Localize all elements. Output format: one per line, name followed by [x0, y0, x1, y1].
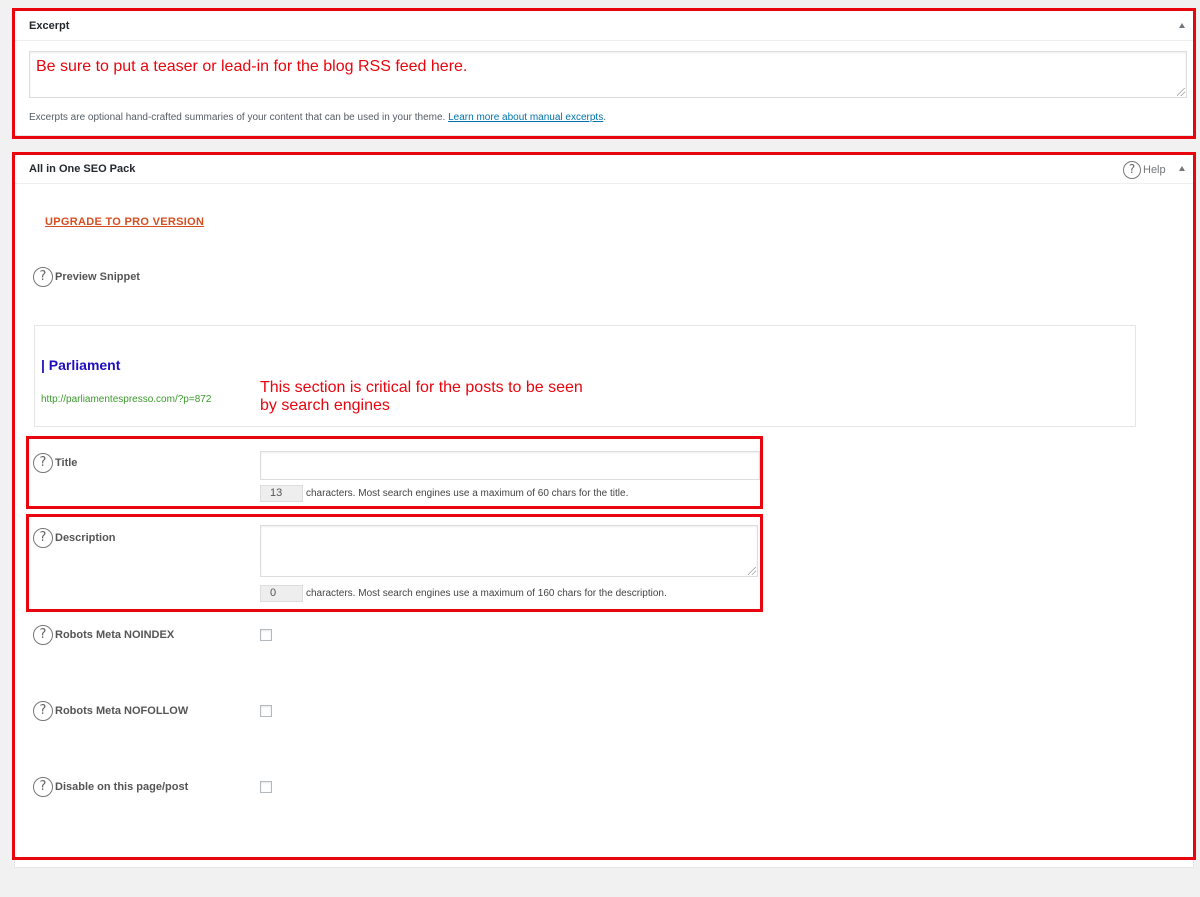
resize-grip-icon[interactable]	[748, 567, 756, 575]
disable-row: ? Disable on this page/post	[33, 777, 188, 797]
nofollow-label: Robots Meta NOFOLLOW	[55, 705, 189, 717]
title-label: Title	[55, 457, 78, 469]
nofollow-checkbox[interactable]	[260, 705, 272, 717]
seo-title-input[interactable]	[260, 451, 760, 480]
noindex-row: ? Robots Meta NOINDEX	[33, 625, 174, 645]
preview-snippet-label: Preview Snippet	[55, 271, 140, 283]
question-circle-icon: ?	[1123, 161, 1141, 179]
description-row: ? Description	[33, 528, 116, 548]
annotation-note: This section is critical for the posts t…	[260, 379, 583, 414]
help-label: Help	[1143, 164, 1166, 176]
question-circle-icon[interactable]: ?	[33, 777, 53, 797]
disable-checkbox[interactable]	[260, 781, 272, 793]
question-circle-icon[interactable]: ?	[33, 453, 53, 473]
disable-label: Disable on this page/post	[55, 781, 189, 793]
excerpt-help-sentence: Excerpts are optional hand-crafted summa…	[29, 112, 446, 123]
preview-snippet-row: ? Preview Snippet	[33, 267, 140, 287]
snippet-title: | Parliament	[41, 357, 121, 373]
snippet-url: http://parliamentespresso.com/?p=872	[41, 394, 212, 405]
toggle-arrow-icon[interactable]	[1179, 23, 1185, 28]
question-circle-icon[interactable]: ?	[33, 528, 53, 548]
help-link[interactable]: ? Help	[1123, 161, 1166, 179]
noindex-label: Robots Meta NOINDEX	[55, 629, 175, 641]
description-counter-note: characters. Most search engines use a ma…	[306, 588, 667, 599]
excerpt-header[interactable]: Excerpt	[15, 11, 1193, 41]
seo-description-textarea[interactable]	[260, 525, 758, 577]
excerpt-metabox: Excerpt Be sure to put a teaser or lead-…	[14, 10, 1194, 136]
question-circle-icon[interactable]: ?	[33, 701, 53, 721]
noindex-checkbox[interactable]	[260, 629, 272, 641]
learn-more-excerpts-link[interactable]: Learn more about manual excerpts	[448, 112, 603, 123]
excerpt-help-period: .	[603, 112, 606, 123]
seo-title: All in One SEO Pack	[29, 163, 136, 175]
nofollow-row: ? Robots Meta NOFOLLOW	[33, 701, 188, 721]
excerpt-textarea[interactable]: Be sure to put a teaser or lead-in for t…	[29, 51, 1187, 98]
question-circle-icon[interactable]: ?	[33, 625, 53, 645]
excerpt-title: Excerpt	[29, 20, 70, 32]
title-counter-note: characters. Most search engines use a ma…	[306, 488, 629, 499]
title-char-counter: 13	[260, 485, 303, 502]
description-label: Description	[55, 532, 116, 544]
title-row: ? Title	[33, 453, 77, 473]
description-char-counter: 0	[260, 585, 303, 602]
seo-metabox: All in One SEO Pack ? Help UPGRADE TO PR…	[14, 153, 1194, 868]
upgrade-pro-link[interactable]: UPGRADE TO PRO VERSION	[45, 216, 204, 228]
toggle-arrow-icon[interactable]	[1179, 166, 1185, 171]
excerpt-help-text: Excerpts are optional hand-crafted summa…	[29, 112, 606, 123]
seo-header[interactable]: All in One SEO Pack ? Help	[15, 154, 1193, 184]
resize-grip-icon[interactable]	[1177, 88, 1185, 96]
question-circle-icon[interactable]: ?	[33, 267, 53, 287]
